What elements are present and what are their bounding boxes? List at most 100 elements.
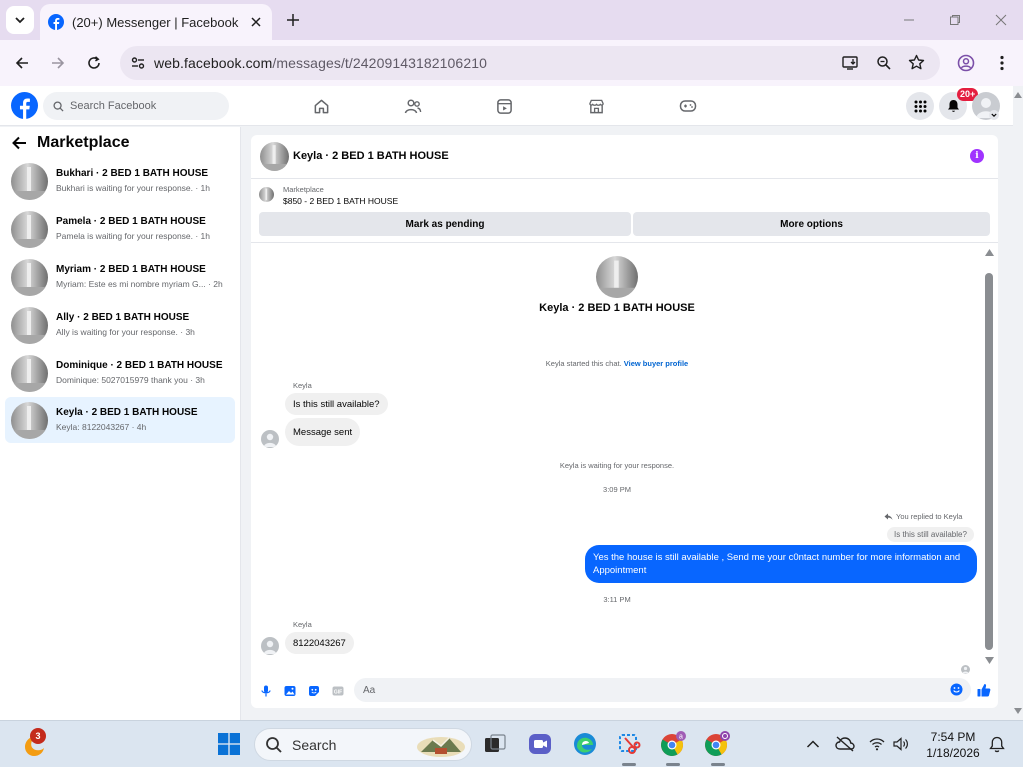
listing-title[interactable]: $850 - 2 BED 1 BATH HOUSE <box>283 196 398 206</box>
browser-tab[interactable]: (20+) Messenger | Facebook <box>40 4 272 40</box>
restore-button[interactable] <box>943 8 967 32</box>
composer-placeholder: Aa <box>363 684 376 696</box>
tab-close-button[interactable] <box>246 12 266 32</box>
conversation-item[interactable]: Dominique · 2 BED 1 BATH HOUSE Dominique… <box>5 350 235 396</box>
listing-thumbnail[interactable] <box>259 187 274 202</box>
facebook-logo-icon[interactable] <box>11 92 38 119</box>
view-buyer-profile-link[interactable]: View buyer profile <box>624 359 688 368</box>
incoming-message[interactable]: 8122043267 <box>285 632 354 654</box>
marketplace-listing-strip: Marketplace $850 - 2 BED 1 BATH HOUSE Ma… <box>251 179 998 243</box>
install-app-icon[interactable] <box>842 55 859 71</box>
listing-thumbnail <box>11 259 48 296</box>
volume-control[interactable] <box>888 731 914 757</box>
chrome-profile-a[interactable]: a <box>660 731 686 757</box>
search-icon <box>53 100 64 112</box>
facebook-search-input[interactable]: Search Facebook <box>43 92 229 120</box>
site-settings-icon[interactable] <box>130 55 146 71</box>
facebook-favicon-icon <box>48 14 64 30</box>
wifi-icon <box>869 738 885 751</box>
seen-indicator-avatar <box>961 665 970 674</box>
chat-title[interactable]: Keyla · 2 BED 1 BATH HOUSE <box>293 150 449 162</box>
message-input[interactable]: Aa <box>354 678 971 702</box>
reply-arrow-icon <box>884 513 893 520</box>
listing-thumbnail <box>11 307 48 344</box>
nav-video[interactable] <box>494 96 514 116</box>
chrome-profile-b[interactable] <box>704 731 730 757</box>
thread-scrollbar[interactable] <box>985 273 993 650</box>
thumbs-up-icon[interactable] <box>977 683 991 697</box>
task-view-button[interactable] <box>482 731 508 757</box>
profile-button[interactable] <box>954 51 978 75</box>
nav-marketplace[interactable] <box>586 96 606 116</box>
scroll-down-icon[interactable] <box>985 657 994 664</box>
page-scrollbar[interactable] <box>1013 86 1023 720</box>
nav-friends[interactable] <box>403 96 423 116</box>
reload-button[interactable] <box>82 51 106 75</box>
zoom-icon[interactable] <box>876 55 892 71</box>
snipping-tool-icon <box>619 734 641 754</box>
clock-date: 1/18/2026 <box>926 746 980 760</box>
tab-title: (20+) Messenger | Facebook <box>72 14 239 30</box>
info-icon[interactable]: i <box>970 149 984 163</box>
more-options-button[interactable]: More options <box>633 212 990 236</box>
conversation-snippet: Keyla: 8122043267 · 4h <box>56 422 147 432</box>
close-window-button[interactable] <box>989 8 1013 32</box>
chat-panel: Keyla · 2 BED 1 BATH HOUSE i Marketplace… <box>251 135 998 708</box>
timestamp: 3:09 PM <box>603 485 631 494</box>
conversation-item[interactable]: Myriam · 2 BED 1 BATH HOUSE Myriam: Este… <box>5 254 235 300</box>
taskbar-search[interactable]: Search <box>254 728 472 761</box>
outgoing-message[interactable]: Yes the house is still available , Send … <box>585 545 977 583</box>
conversation-name: Ally · 2 BED 1 BATH HOUSE <box>56 312 190 323</box>
back-arrow-icon[interactable] <box>12 136 27 150</box>
quoted-message[interactable]: Is this still available? <box>887 527 974 542</box>
bookmark-star-icon[interactable] <box>908 54 925 71</box>
scroll-up-icon[interactable] <box>985 249 994 256</box>
network-status[interactable] <box>864 731 890 757</box>
mark-as-pending-button[interactable]: Mark as pending <box>259 212 631 236</box>
menu-button[interactable] <box>906 92 934 120</box>
contact-avatar-large[interactable] <box>596 256 638 298</box>
meet-app[interactable] <box>527 731 553 757</box>
conversation-snippet: Ally is waiting for your response. · 3h <box>56 327 195 337</box>
minimize-button[interactable] <box>897 8 921 32</box>
incoming-message[interactable]: Is this still available? <box>285 393 388 415</box>
new-tab-button[interactable] <box>282 9 304 31</box>
search-highlight-icon <box>417 737 465 757</box>
grid-menu-icon <box>914 100 926 112</box>
tab-list-button[interactable] <box>6 6 34 34</box>
address-bar[interactable]: web.facebook.com/messages/t/242091431821… <box>120 46 940 80</box>
browser-menu-button[interactable] <box>990 51 1014 75</box>
message-composer: GIF Aa <box>251 675 998 708</box>
conversation-item[interactable]: Pamela · 2 BED 1 BATH HOUSE Pamela is wa… <box>5 206 235 252</box>
system-clock[interactable]: 7:54 PM 1/18/2026 <box>920 729 986 761</box>
start-button[interactable] <box>216 731 242 757</box>
gif-icon[interactable]: GIF <box>332 685 344 697</box>
running-indicator <box>622 763 636 766</box>
photo-icon[interactable] <box>284 685 296 697</box>
microphone-icon[interactable] <box>260 685 272 697</box>
sender-avatar <box>261 430 279 448</box>
chevron-up-icon <box>806 740 820 748</box>
notification-center-button[interactable] <box>984 731 1010 757</box>
edge-browser[interactable] <box>572 731 598 757</box>
conversation-item-active[interactable]: Keyla · 2 BED 1 BATH HOUSE Keyla: 812204… <box>5 397 235 443</box>
chrome-icon: a <box>661 731 686 756</box>
cloud-status[interactable] <box>832 731 858 757</box>
conversation-item[interactable]: Bukhari · 2 BED 1 BATH HOUSE Bukhari is … <box>5 158 235 204</box>
speaker-icon <box>893 737 908 751</box>
marketplace-label: Marketplace <box>283 185 324 194</box>
conversation-name: Myriam · 2 BED 1 BATH HOUSE <box>56 264 206 275</box>
show-hidden-icons-button[interactable] <box>800 731 826 757</box>
incoming-message[interactable]: Message sent <box>285 418 361 446</box>
nav-gaming[interactable] <box>678 96 698 116</box>
snipping-tool[interactable] <box>616 731 642 757</box>
account-chevron-icon[interactable] <box>989 110 999 120</box>
forward-button[interactable] <box>46 51 70 75</box>
sticker-icon[interactable] <box>308 685 320 697</box>
nav-home[interactable] <box>311 96 331 116</box>
emoji-icon[interactable] <box>950 683 963 696</box>
edge-icon <box>574 733 596 755</box>
back-button[interactable] <box>10 51 34 75</box>
conversation-item[interactable]: Ally · 2 BED 1 BATH HOUSE Ally is waitin… <box>5 302 235 348</box>
chat-avatar[interactable] <box>260 142 289 171</box>
